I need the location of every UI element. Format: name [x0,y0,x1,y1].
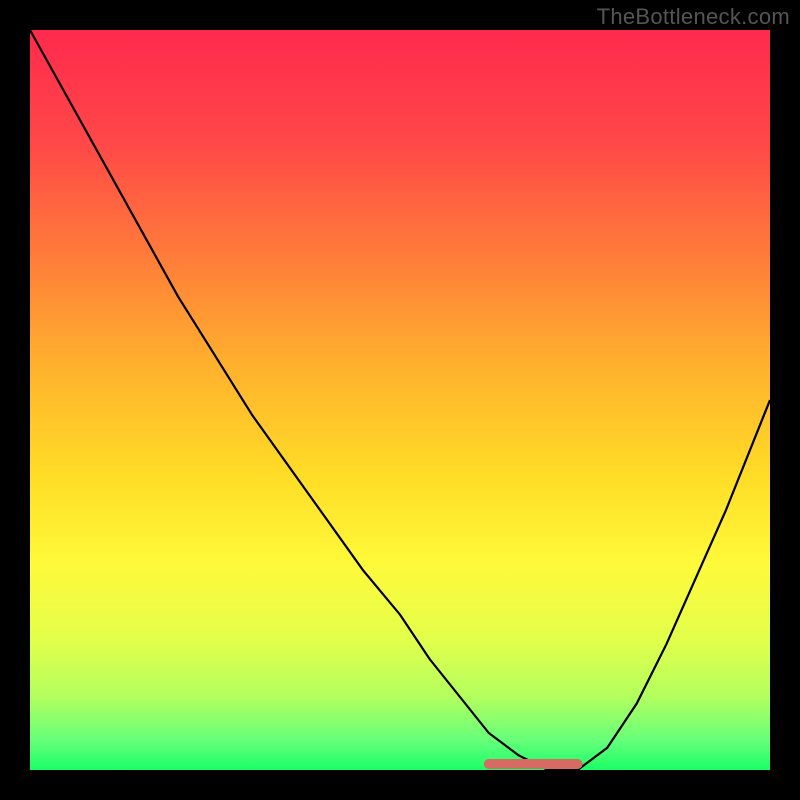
plot-area [30,30,770,770]
bottleneck-curve [30,30,770,770]
watermark-text: TheBottleneck.com [597,4,790,30]
chart-frame: TheBottleneck.com [0,0,800,800]
curve-layer [30,30,770,770]
